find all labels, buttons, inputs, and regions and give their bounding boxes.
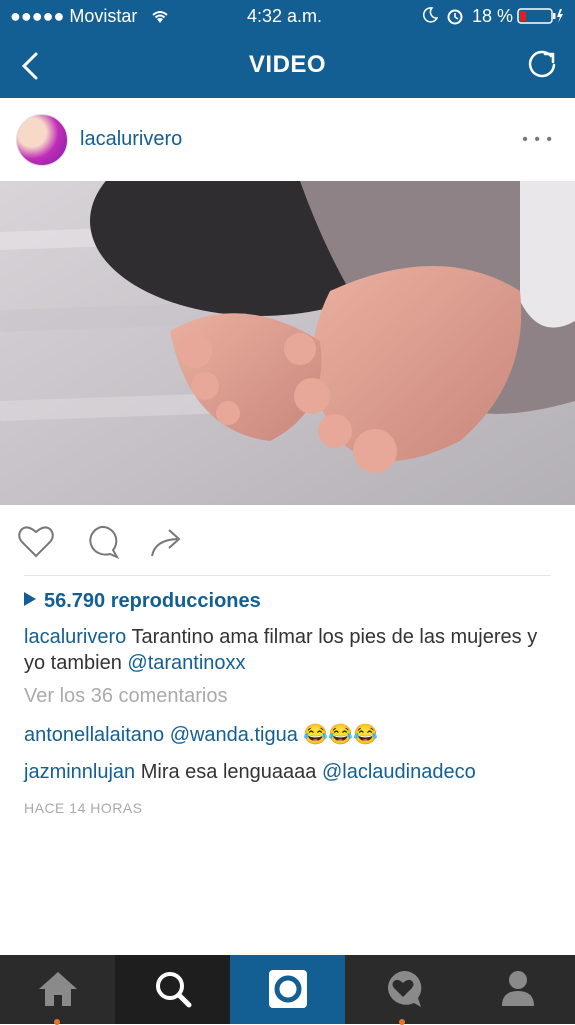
heart-icon xyxy=(18,526,54,558)
wifi-icon xyxy=(150,8,170,29)
comment-button[interactable] xyxy=(82,523,120,561)
comment-emoji: 😂😂😂 xyxy=(303,724,379,746)
refresh-button[interactable] xyxy=(525,48,559,82)
caption-mention[interactable]: @tarantinoxx xyxy=(127,652,245,674)
post-header: lacalurivero • • • xyxy=(0,98,575,181)
tab-activity[interactable] xyxy=(345,955,460,1025)
comment-mention[interactable]: @wanda.tigua xyxy=(170,724,298,746)
comment-row: jazminnlujan Mira esa lenguaaaa @laclaud… xyxy=(24,761,476,784)
tab-camera[interactable] xyxy=(230,955,345,1024)
like-button[interactable] xyxy=(17,523,55,561)
view-count[interactable]: 56.790 reproducciones xyxy=(24,590,261,613)
tab-profile[interactable] xyxy=(460,955,575,1024)
tab-bar xyxy=(0,955,575,1025)
post-username[interactable]: lacalurivero xyxy=(80,128,182,151)
status-bar: ●●●●● Movistar 4:32 a.m. 18 % xyxy=(0,0,575,34)
battery-percent: 18 % xyxy=(472,6,514,26)
share-arrow-icon xyxy=(151,529,181,557)
carrier: ●●●●● Movistar xyxy=(10,6,138,26)
alarm-icon xyxy=(446,7,464,30)
nav-bar: VIDEO xyxy=(0,34,575,98)
refresh-icon xyxy=(528,50,556,78)
video-frame xyxy=(0,181,575,505)
comment-mention[interactable]: @laclaudinadeco xyxy=(322,761,476,783)
moon-icon xyxy=(422,7,439,28)
battery-icon xyxy=(517,8,565,29)
clock: 4:32 a.m. xyxy=(247,6,323,26)
action-bar xyxy=(0,518,575,568)
notification-dot xyxy=(399,1019,405,1025)
comment-row: antonellalaitano @wanda.tigua 😂😂😂 xyxy=(24,722,378,747)
camera-icon xyxy=(269,970,307,1008)
comment-username[interactable]: jazminnlujan xyxy=(24,761,135,783)
comment-bubble-icon xyxy=(89,525,120,560)
comment-text: Mira esa lenguaaaa xyxy=(140,761,317,783)
avatar[interactable] xyxy=(16,114,68,166)
home-icon xyxy=(39,972,77,1006)
search-icon xyxy=(156,972,192,1008)
divider xyxy=(24,575,551,576)
caption: lacalurivero Tarantino ama filmar los pi… xyxy=(24,624,544,676)
more-dots-icon[interactable]: • • • xyxy=(522,132,553,148)
video-player[interactable] xyxy=(0,181,575,505)
tab-search[interactable] xyxy=(115,955,230,1024)
post-timestamp: HACE 14 HORAS xyxy=(24,800,143,816)
view-all-comments-link[interactable]: Ver los 36 comentarios xyxy=(24,685,227,708)
play-icon xyxy=(24,592,36,606)
tab-home[interactable] xyxy=(0,955,115,1025)
comment-username[interactable]: antonellalaitano xyxy=(24,724,164,746)
activity-heart-icon xyxy=(388,970,422,1007)
notification-dot xyxy=(54,1019,60,1025)
share-button[interactable] xyxy=(147,523,185,561)
profile-icon xyxy=(502,971,534,1006)
page-title: VIDEO xyxy=(248,51,327,78)
caption-username[interactable]: lacalurivero xyxy=(24,626,126,648)
